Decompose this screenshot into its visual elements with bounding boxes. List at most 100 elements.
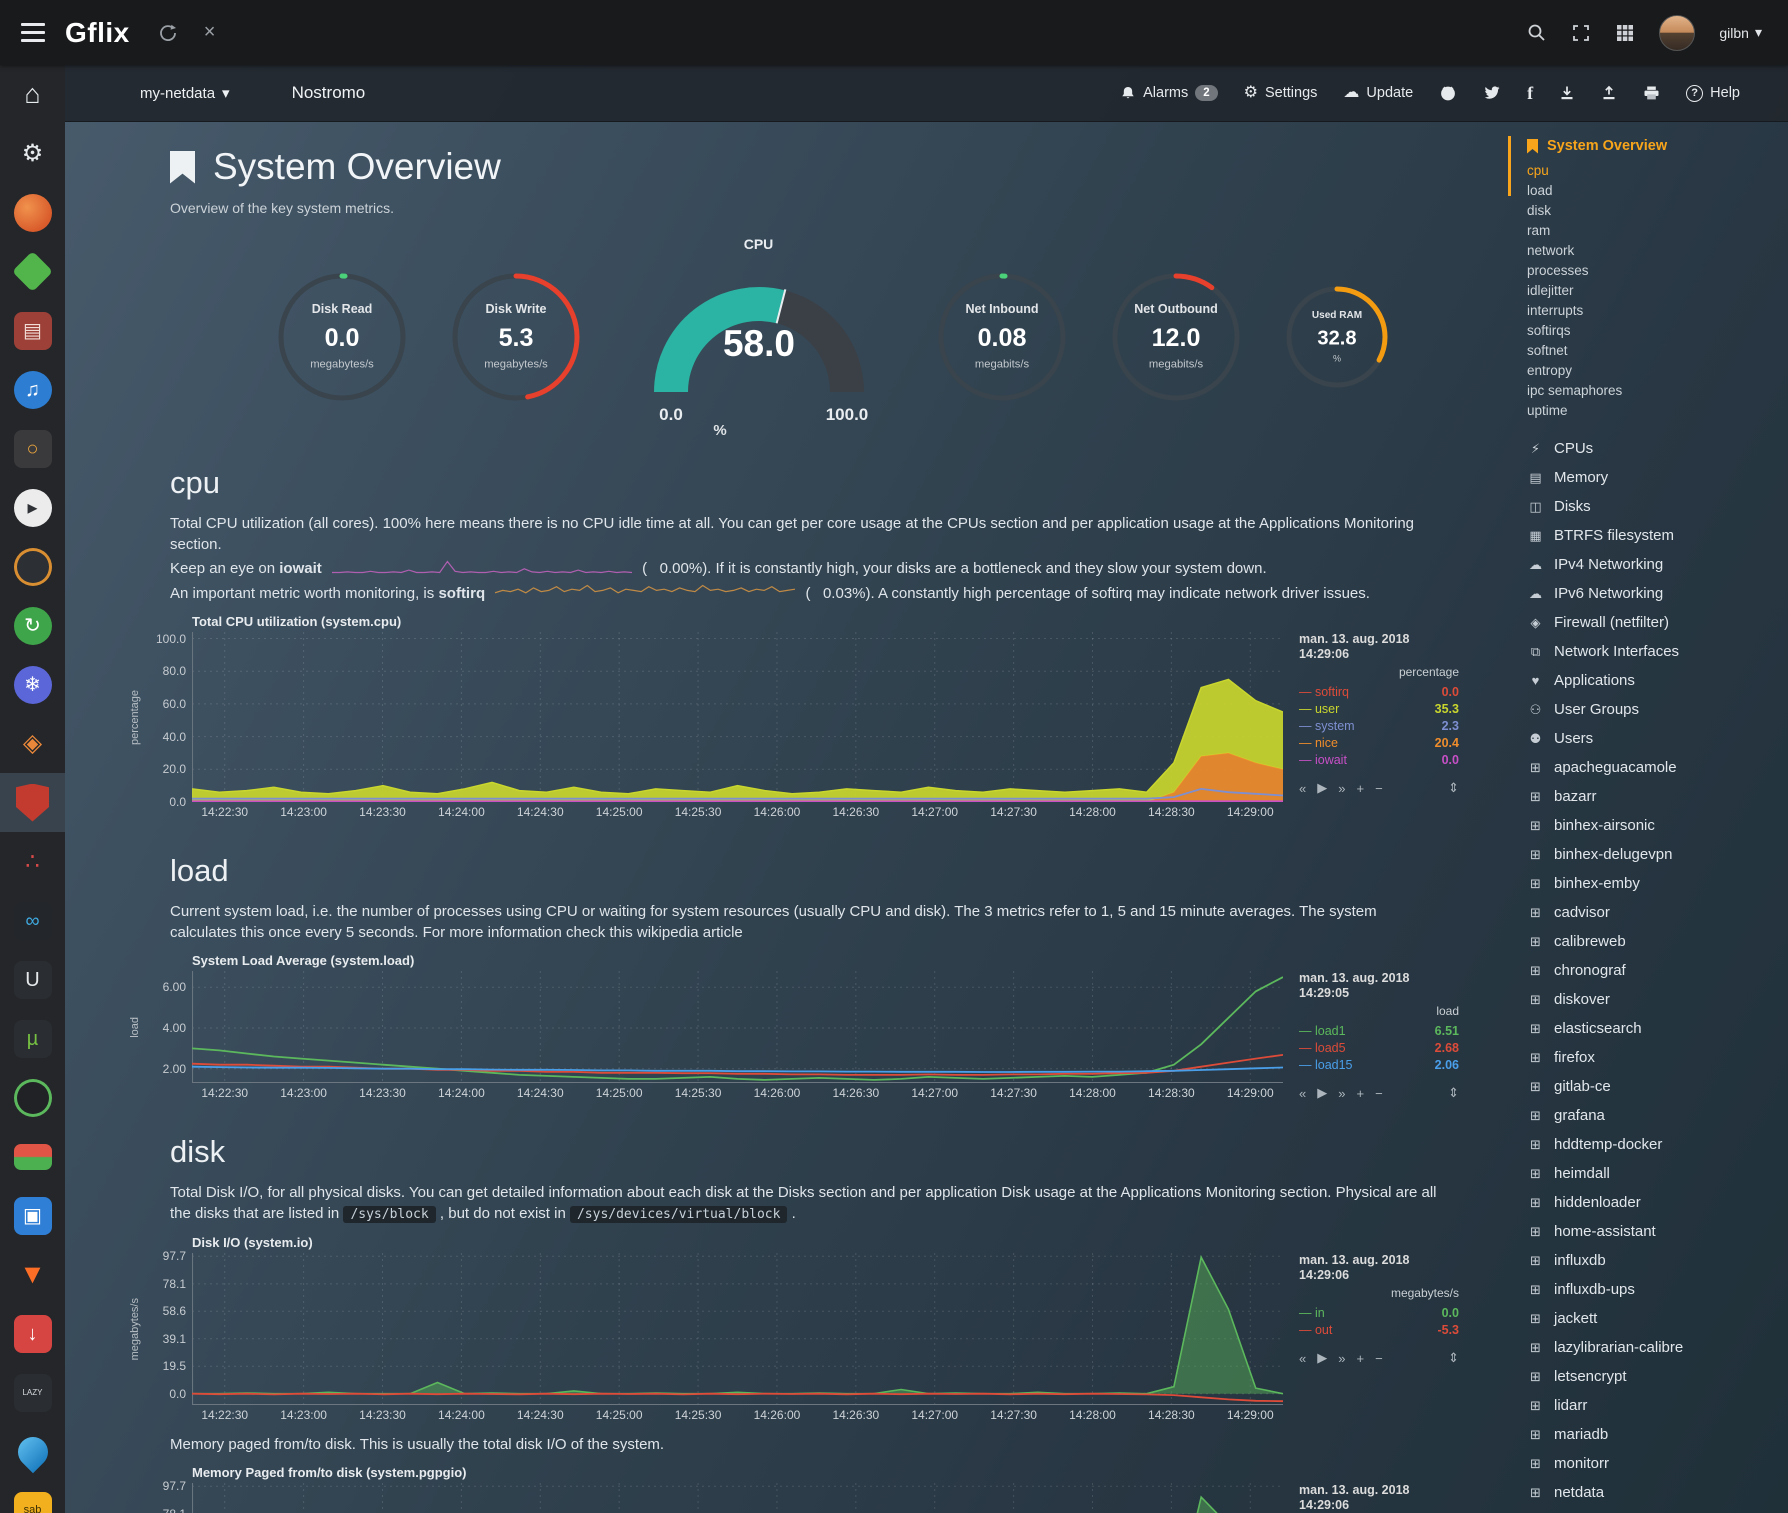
nav-app-binhex-delugevpn[interactable]: ⊞binhex-delugevpn	[1527, 840, 1780, 869]
legend-item-load15[interactable]: — load152.06	[1299, 1057, 1459, 1074]
gauge-disk-read[interactable]: Disk Read0.0megabytes/s	[276, 271, 408, 403]
sidebar-app-jackett[interactable]: ○	[0, 419, 65, 478]
legend-item-system[interactable]: — system2.3	[1299, 718, 1459, 735]
nav-app-cadvisor[interactable]: ⊞cadvisor	[1527, 898, 1780, 927]
menu-icon[interactable]	[0, 23, 65, 42]
chart-zoom-in-button[interactable]: +	[1356, 1351, 1364, 1366]
nav-app-heimdall[interactable]: ⊞heimdall	[1527, 1159, 1780, 1188]
nav-app-monitorr[interactable]: ⊞monitorr	[1527, 1449, 1780, 1478]
gauge-disk-write[interactable]: Disk Write5.3megabytes/s	[450, 271, 582, 403]
chart-resize-handle[interactable]: ⇕	[1448, 1085, 1459, 1101]
legend-item-user[interactable]: — user35.3	[1299, 701, 1459, 718]
nav-section-user-groups[interactable]: ⚇User Groups	[1527, 695, 1780, 724]
nav-app-binhex-emby[interactable]: ⊞binhex-emby	[1527, 869, 1780, 898]
sidebar-app-app-20[interactable]: ▣	[0, 1186, 65, 1245]
nav-app-gitlab-ce[interactable]: ⊞gitlab-ce	[1527, 1072, 1780, 1101]
nav-section-firewall-netfilter-[interactable]: ◈Firewall (netfilter)	[1527, 608, 1780, 637]
nav-section-ipv4-networking[interactable]: ☁IPv4 Networking	[1527, 550, 1780, 579]
legend-item-load1[interactable]: — load16.51	[1299, 1023, 1459, 1040]
nav-app-influxdb[interactable]: ⊞influxdb	[1527, 1246, 1780, 1275]
import-button[interactable]	[1559, 85, 1575, 101]
export-button[interactable]	[1601, 85, 1617, 101]
sidebar-app-netdata[interactable]	[0, 773, 65, 832]
chart-plot-pgpgio[interactable]	[192, 1483, 1283, 1513]
sidebar-app-app-3[interactable]	[0, 183, 65, 242]
sidebar-app-app-9[interactable]	[0, 537, 65, 596]
chart-zoom-out-button[interactable]: −	[1375, 1351, 1383, 1366]
sidebar-app-home[interactable]: ⌂	[0, 65, 65, 124]
facebook-button[interactable]: f	[1527, 84, 1533, 102]
nav-item-ram[interactable]: ram	[1527, 221, 1780, 241]
nav-item-ipc-semaphores[interactable]: ipc semaphores	[1527, 381, 1780, 401]
nav-app-hddtemp-docker[interactable]: ⊞hddtemp-docker	[1527, 1130, 1780, 1159]
settings-button[interactable]: ⚙ Settings	[1244, 85, 1318, 101]
legend-item-load5[interactable]: — load52.68	[1299, 1040, 1459, 1057]
gauge-used-ram[interactable]: Used RAM32.8%	[1284, 284, 1390, 390]
wikipedia-link[interactable]: wikipedia article	[637, 924, 743, 941]
nav-section-ipv6-networking[interactable]: ☁IPv6 Networking	[1527, 579, 1780, 608]
nav-item-cpu[interactable]: cpu	[1527, 161, 1780, 181]
sidebar-app-gitlab[interactable]: ▼	[0, 1245, 65, 1304]
legend-item-nice[interactable]: — nice20.4	[1299, 735, 1459, 752]
close-icon[interactable]: ×	[204, 21, 216, 44]
nav-section-disks[interactable]: ◫Disks	[1527, 492, 1780, 521]
nav-item-load[interactable]: load	[1527, 181, 1780, 201]
user-menu[interactable]: gilbn ▾	[1719, 24, 1762, 41]
nav-app-firefox[interactable]: ⊞firefox	[1527, 1043, 1780, 1072]
sidebar-app-sabnzbd[interactable]: sab	[0, 1481, 65, 1513]
nav-section-memory[interactable]: ▤Memory	[1527, 463, 1780, 492]
refresh-icon[interactable]	[158, 23, 178, 43]
sidebar-app-app-10[interactable]: ↻	[0, 596, 65, 655]
nav-system-overview[interactable]: System Overview	[1527, 138, 1780, 154]
chart-resize-handle[interactable]: ⇕	[1448, 1350, 1459, 1366]
server-dropdown[interactable]: my-netdata ▾	[140, 84, 230, 102]
nav-item-processes[interactable]: processes	[1527, 261, 1780, 281]
legend-item-iowait[interactable]: — iowait0.0	[1299, 752, 1459, 769]
chart-plot-disk-io[interactable]	[192, 1253, 1283, 1405]
nav-app-influxdb-ups[interactable]: ⊞influxdb-ups	[1527, 1275, 1780, 1304]
nav-section-cpus[interactable]: ⚡CPUs	[1527, 434, 1780, 463]
nav-app-jackett[interactable]: ⊞jackett	[1527, 1304, 1780, 1333]
nav-item-interrupts[interactable]: interrupts	[1527, 301, 1780, 321]
chart-zoom-in-button[interactable]: +	[1356, 1086, 1364, 1101]
sidebar-app-lazylibrarian[interactable]: LAZY	[0, 1363, 65, 1422]
nav-app-elasticsearch[interactable]: ⊞elasticsearch	[1527, 1014, 1780, 1043]
chart-pan-left-button[interactable]: «	[1299, 1351, 1306, 1366]
apps-grid-icon[interactable]	[1615, 23, 1635, 43]
nav-item-softnet[interactable]: softnet	[1527, 341, 1780, 361]
help-button[interactable]: ? Help	[1686, 85, 1740, 102]
chart-plot-load[interactable]	[192, 971, 1283, 1083]
chart-zoom-in-button[interactable]: +	[1356, 781, 1364, 796]
sidebar-app-plex[interactable]: ▸	[0, 478, 65, 537]
alarms-button[interactable]: Alarms 2	[1120, 85, 1218, 101]
nav-item-uptime[interactable]: uptime	[1527, 401, 1780, 421]
chart-play-button[interactable]: ▶	[1317, 780, 1327, 796]
nav-app-letsencrypt[interactable]: ⊞letsencrypt	[1527, 1362, 1780, 1391]
sidebar-app-resilio-sync[interactable]: ∞	[0, 891, 65, 950]
nav-app-lidarr[interactable]: ⊞lidarr	[1527, 1391, 1780, 1420]
sidebar-app-emby[interactable]	[0, 242, 65, 301]
legend-item-softirq[interactable]: — softirq0.0	[1299, 684, 1459, 701]
nav-section-applications[interactable]: ♥Applications	[1527, 666, 1780, 695]
chart-play-button[interactable]: ▶	[1317, 1350, 1327, 1366]
gauge-cpu[interactable]: CPU58.00.0100.0%	[624, 236, 894, 437]
print-button[interactable]	[1643, 85, 1660, 101]
fullscreen-icon[interactable]	[1571, 23, 1591, 43]
sidebar-app-app-18[interactable]	[0, 1068, 65, 1127]
nav-app-bazarr[interactable]: ⊞bazarr	[1527, 782, 1780, 811]
twitter-button[interactable]	[1483, 85, 1501, 101]
nav-app-lazylibrarian-calibre[interactable]: ⊞lazylibrarian-calibre	[1527, 1333, 1780, 1362]
chart-pan-right-button[interactable]: »	[1338, 781, 1345, 796]
nav-item-entropy[interactable]: entropy	[1527, 361, 1780, 381]
chart-zoom-out-button[interactable]: −	[1375, 1086, 1383, 1101]
nav-item-idlejitter[interactable]: idlejitter	[1527, 281, 1780, 301]
chart-resize-handle[interactable]: ⇕	[1448, 780, 1459, 796]
chart-pan-left-button[interactable]: «	[1299, 1086, 1306, 1101]
sidebar-app-app-19[interactable]	[0, 1127, 65, 1186]
sidebar-app-settings[interactable]: ⚙	[0, 124, 65, 183]
search-icon[interactable]	[1527, 23, 1547, 43]
gauge-net-inbound[interactable]: Net Inbound0.08megabits/s	[936, 271, 1068, 403]
nav-app-calibreweb[interactable]: ⊞calibreweb	[1527, 927, 1780, 956]
sidebar-app-airsonic[interactable]: ♫	[0, 360, 65, 419]
sidebar-app-app-14[interactable]: ∴	[0, 832, 65, 891]
